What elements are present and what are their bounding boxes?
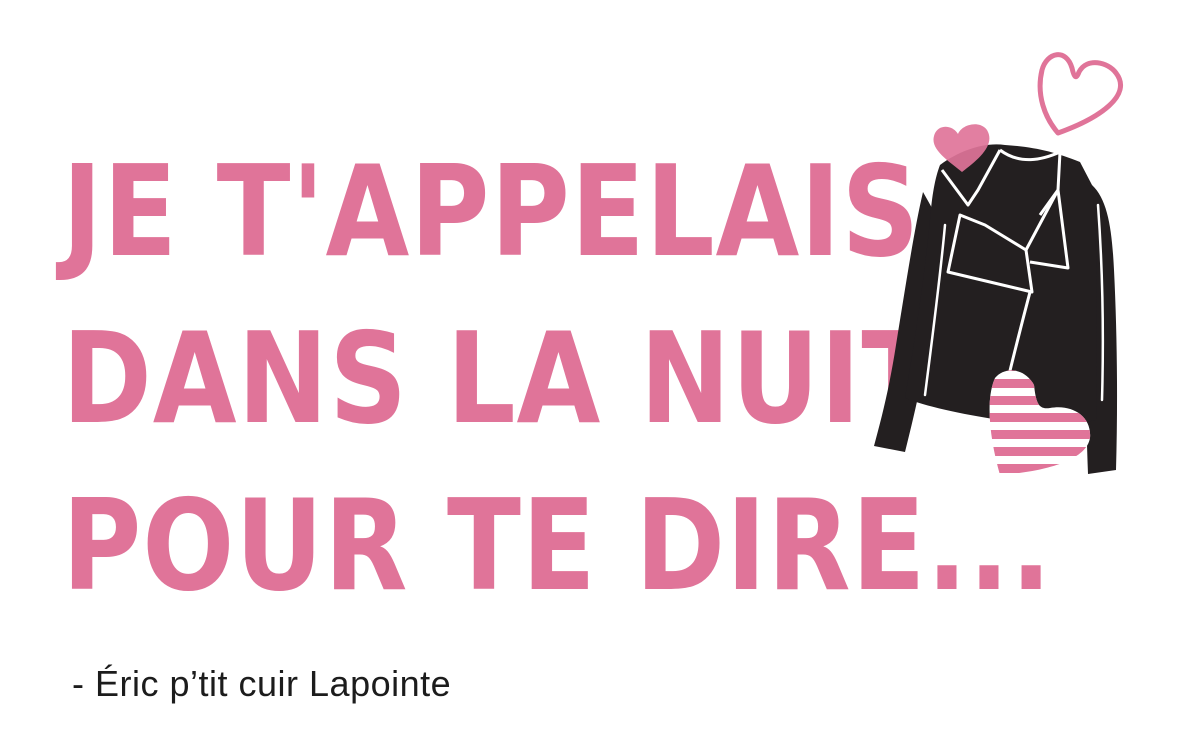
quote-author: - Éric p’tit cuir Lapointe bbox=[72, 663, 452, 704]
jacket-illustration bbox=[874, 52, 1124, 475]
outline-heart-icon bbox=[1037, 52, 1124, 136]
